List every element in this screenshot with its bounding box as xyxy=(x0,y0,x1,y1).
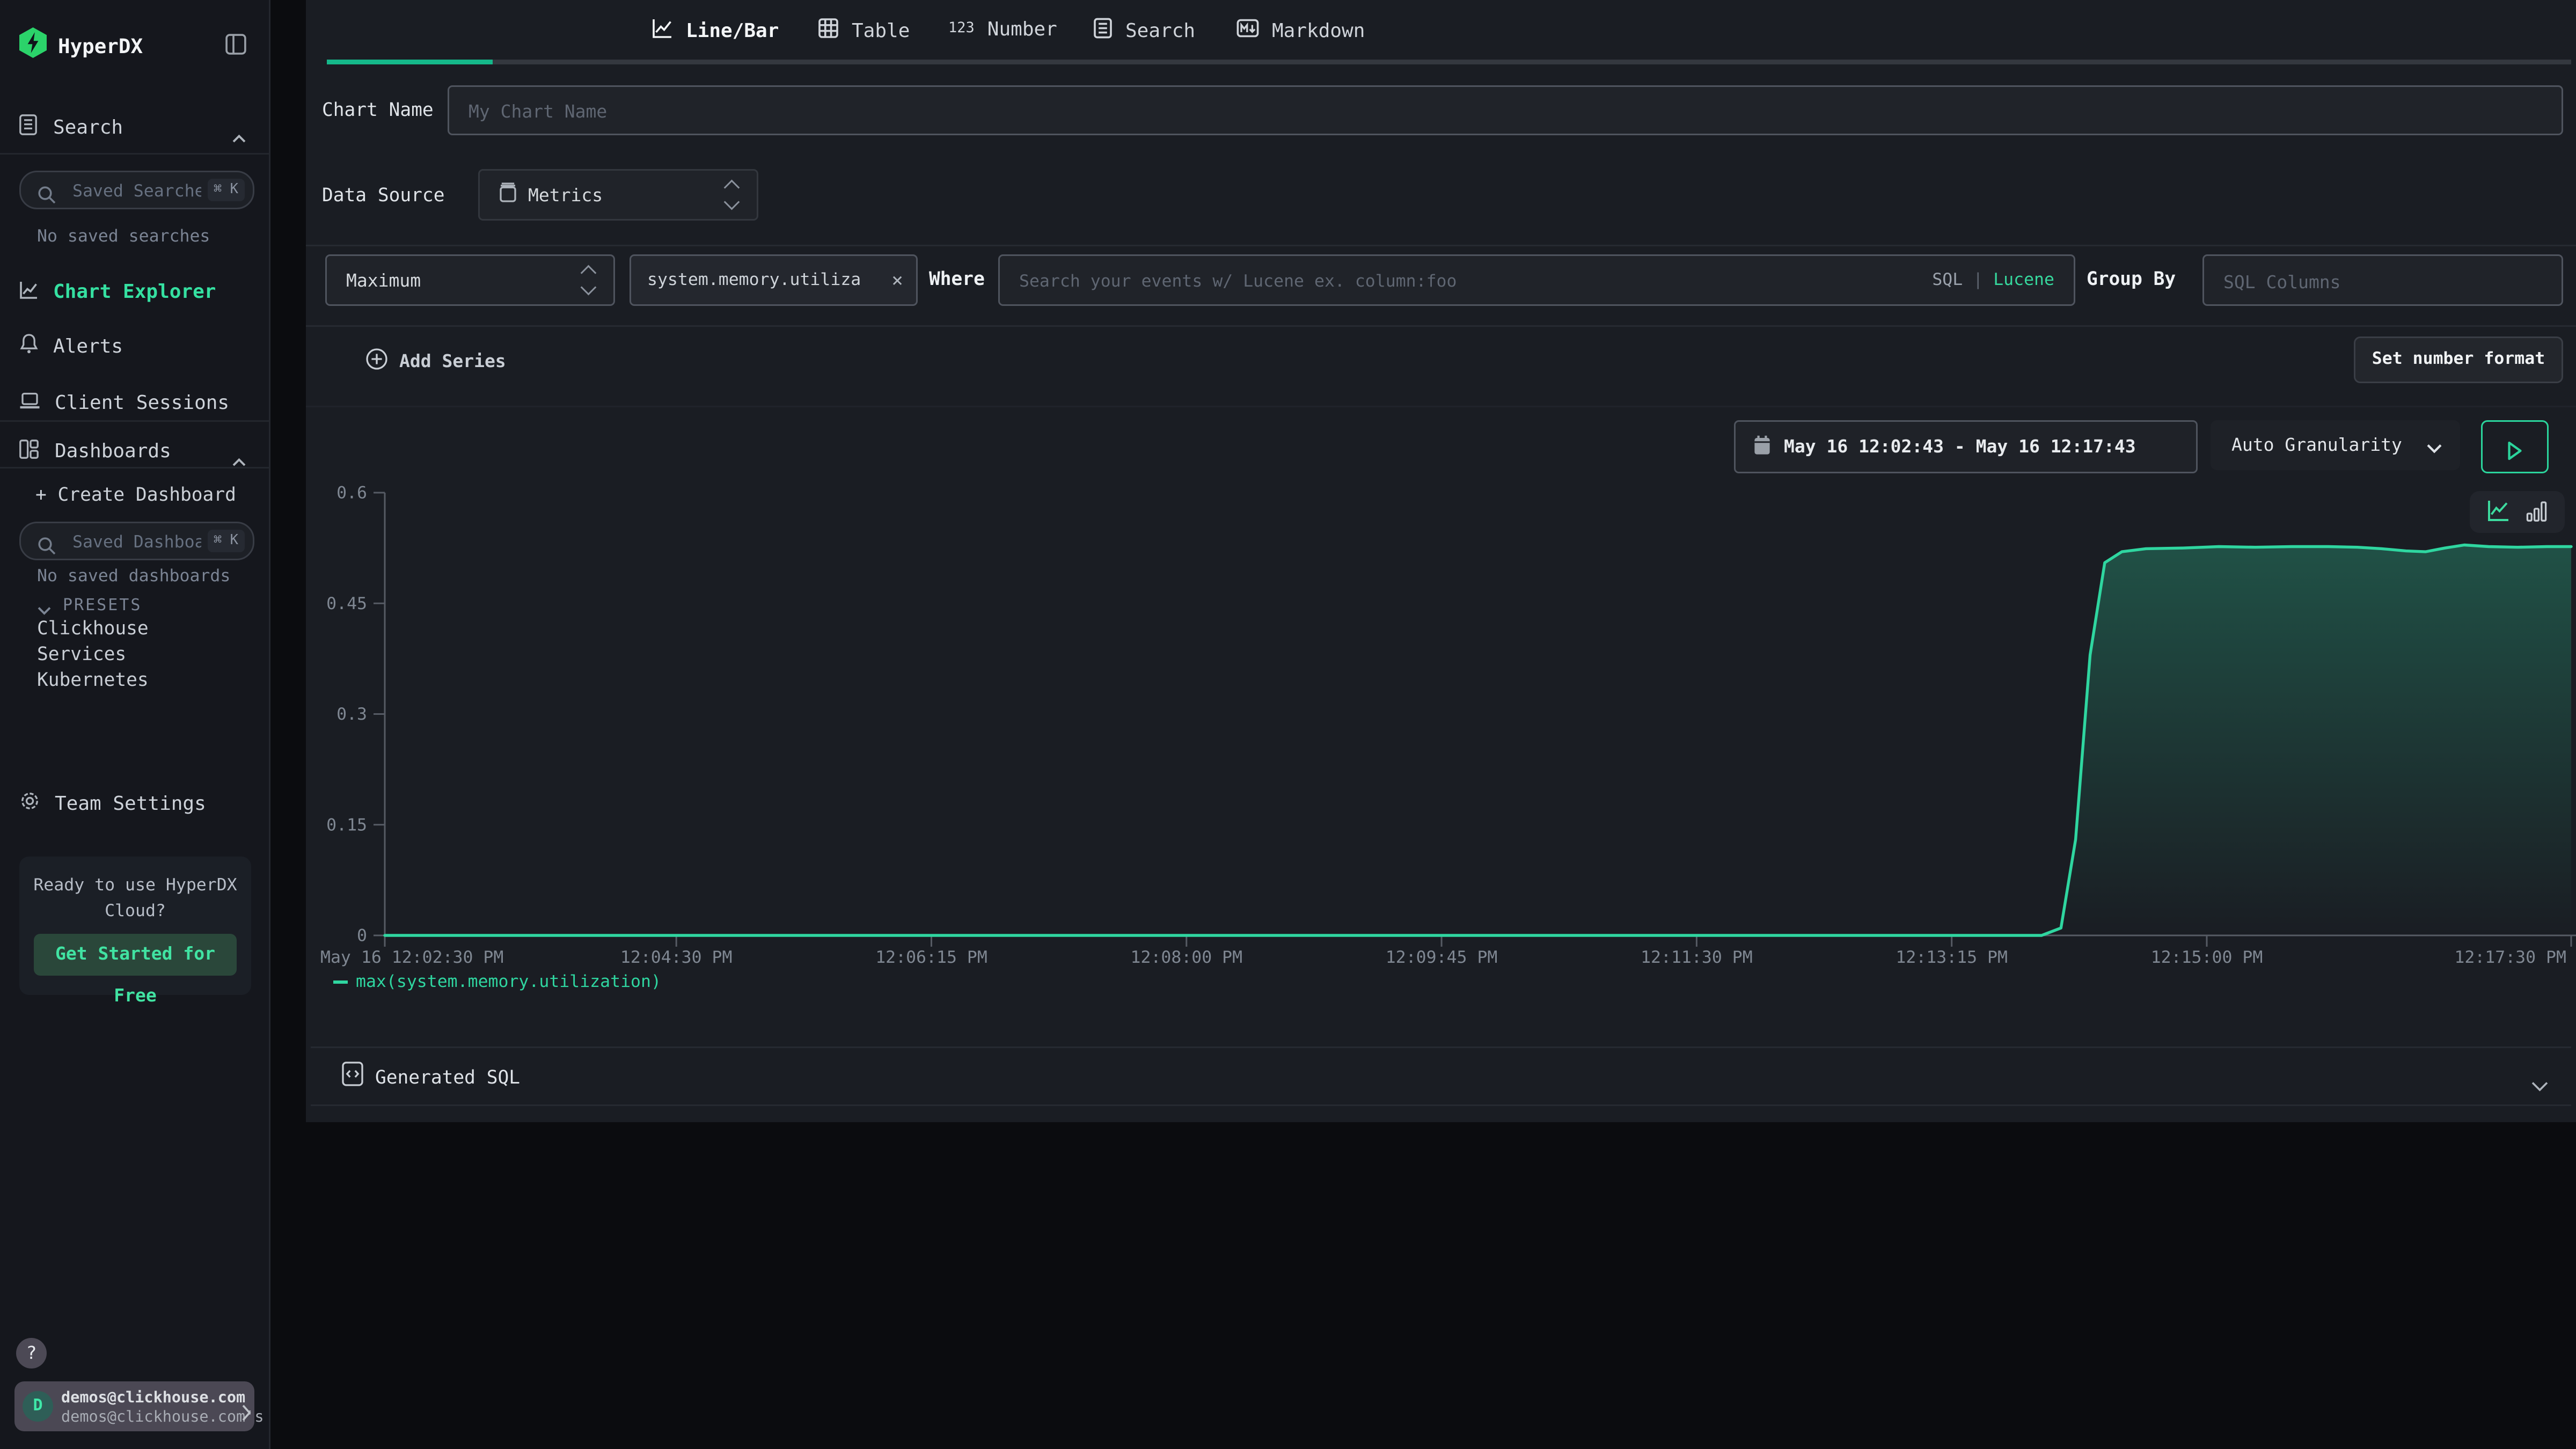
x-tick-label: 12:17:30 PM xyxy=(2454,948,2566,967)
y-tick-label: 0.3 xyxy=(336,705,367,724)
x-tick-label: 12:09:45 PM xyxy=(1386,948,1498,967)
app-window: HyperDX Search ⌘ K No saved searches xyxy=(0,0,2576,1449)
y-tick-label: 0 xyxy=(357,926,367,946)
x-tick-label: 12:11:30 PM xyxy=(1641,948,1753,967)
x-tick-label: 12:08:00 PM xyxy=(1130,948,1242,967)
y-tick-label: 0.45 xyxy=(326,594,367,613)
x-tick-label: 12:13:15 PM xyxy=(1896,948,2008,967)
series-area xyxy=(385,545,2571,936)
y-tick-label: 0.6 xyxy=(336,484,367,503)
x-tick-label: 12:06:15 PM xyxy=(875,948,987,967)
x-tick-label: May 16 12:02:30 PM xyxy=(320,948,503,967)
chart-svg[interactable]: 0 0.15 0.3 0.45 0.6 May 16 12:02:30 PM 12:04:3… xyxy=(0,0,2576,1449)
x-tick-label: 12:04:30 PM xyxy=(620,948,733,967)
y-tick-label: 0.15 xyxy=(326,815,367,835)
x-tick-label: 12:15:00 PM xyxy=(2151,948,2263,967)
